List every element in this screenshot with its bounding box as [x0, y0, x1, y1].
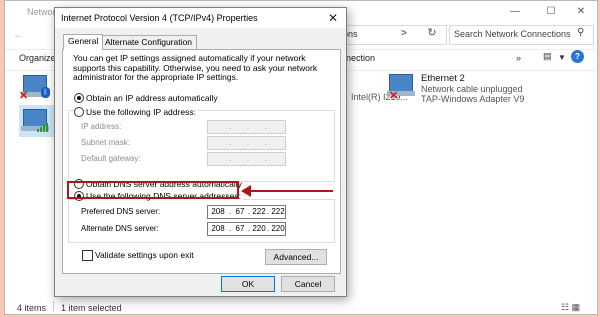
default-gateway-field: . . .	[207, 152, 286, 166]
status-selected-count: 1 item selected	[61, 303, 122, 313]
ip-manual-label[interactable]: Use the following IP address:	[86, 107, 198, 117]
view-options-icon[interactable]: ▤	[543, 51, 552, 62]
more-commands-button[interactable]: »	[516, 53, 521, 63]
alternate-dns-label: Alternate DNS server:	[81, 224, 159, 233]
adapter-device: TAP-Windows Adapter V9	[421, 94, 525, 104]
ip-manual-radio[interactable]	[74, 107, 84, 117]
maximize-icon[interactable]: ☐	[537, 2, 565, 22]
description-text: You can get IP settings assigned automat…	[73, 53, 318, 82]
preferred-dns-field[interactable]: 208 . 67 . 222 . 222	[207, 205, 286, 219]
screenshot-frame: Network Connections — ☐ ✕ ← ons > ↻ Sear…	[4, 0, 598, 315]
dialog-title: Internet Protocol Version 4 (TCP/IPv4) P…	[61, 13, 258, 23]
help-icon[interactable]: ?	[571, 50, 584, 63]
back-arrow-icon[interactable]: ←	[13, 29, 24, 41]
view-toggle-icons[interactable]: ☷ ▦	[561, 302, 580, 313]
dns-settings-group	[68, 199, 335, 243]
status-divider	[53, 301, 54, 312]
subnet-mask-field: . . .	[207, 136, 286, 150]
ip-auto-label[interactable]: Obtain an IP address automatically	[86, 93, 218, 103]
alternate-dns-field[interactable]: 208 . 67 . 220 . 220	[207, 222, 286, 236]
annotation-arrow-icon	[241, 185, 251, 197]
ip-address-label: IP address:	[81, 122, 122, 131]
validate-label[interactable]: Validate settings upon exit	[95, 250, 194, 260]
tab-general[interactable]: General	[63, 34, 104, 50]
close-window-icon[interactable]: ✕	[567, 2, 595, 22]
default-gateway-label: Default gateway:	[81, 154, 141, 163]
disconnected-x-icon: ✕	[19, 90, 29, 102]
chevron-down-icon[interactable]: ▼	[558, 53, 566, 62]
search-icon[interactable]: ⚲	[577, 27, 584, 38]
validate-checkbox[interactable]	[82, 250, 93, 261]
ip-address-field: . . .	[207, 120, 286, 134]
annotation-arrow-line	[249, 190, 333, 192]
subnet-mask-label: Subnet mask:	[81, 138, 130, 147]
adapter-status: Network cable unplugged	[421, 84, 523, 94]
organize-button[interactable]: Organize	[19, 53, 56, 63]
refresh-icon[interactable]: ↻	[423, 26, 441, 42]
address-chevron[interactable]: >	[401, 28, 407, 39]
search-placeholder: Search Network Connections	[454, 29, 571, 39]
minimize-icon[interactable]: —	[501, 2, 529, 22]
adapter-name[interactable]: Ethernet 2	[421, 73, 465, 84]
status-item-count: 4 items	[17, 303, 47, 313]
signal-bars-icon	[37, 123, 48, 132]
tab-alternate-configuration[interactable]: Alternate Configuration	[100, 35, 197, 50]
ok-button[interactable]: OK	[221, 276, 275, 292]
ip-auto-radio[interactable]	[74, 93, 84, 103]
preferred-dns-label: Preferred DNS server:	[81, 207, 161, 216]
ipv4-properties-dialog: Internet Protocol Version 4 (TCP/IPv4) P…	[54, 7, 347, 297]
cable-unplugged-x-icon: ✕	[389, 90, 399, 102]
advanced-button[interactable]: Advanced...	[265, 249, 327, 265]
close-icon[interactable]: ✕	[326, 11, 340, 25]
dns-option-highlight-box	[67, 181, 239, 199]
bluetooth-icon: ᛒ	[41, 87, 50, 98]
cancel-button[interactable]: Cancel	[281, 276, 335, 292]
